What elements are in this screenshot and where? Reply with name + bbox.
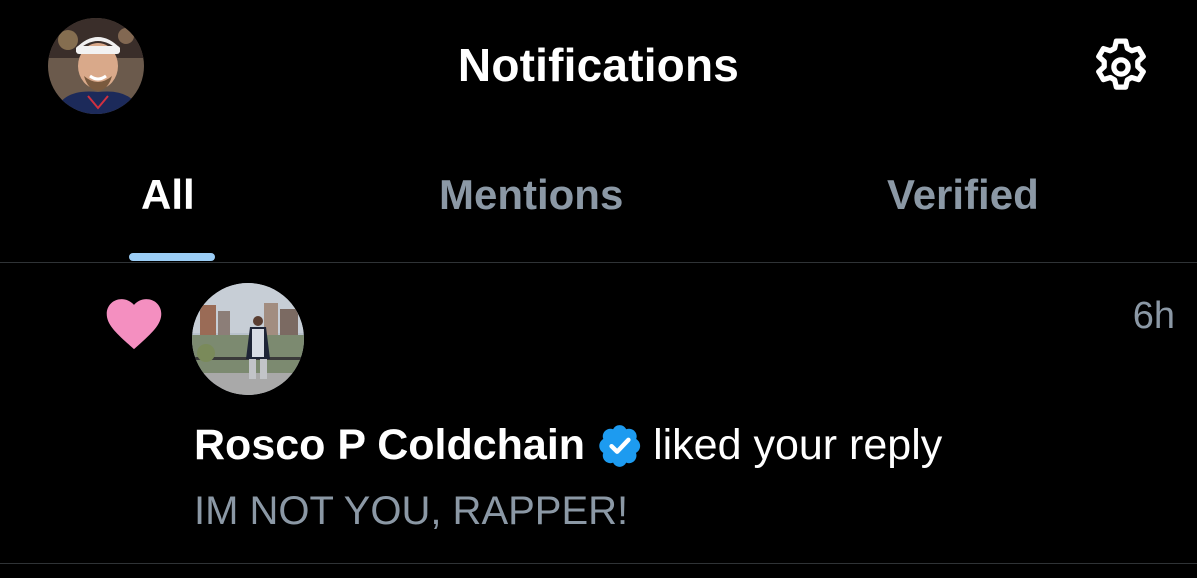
tab-all[interactable]: All [141, 168, 195, 222]
gear-icon [1096, 38, 1146, 90]
notification-text: Rosco P Coldchain liked your reply [194, 417, 942, 473]
reply-snippet: IM NOT YOU, RAPPER! [194, 489, 629, 533]
active-tab-indicator [129, 253, 215, 261]
tab-mentions[interactable]: Mentions [439, 168, 623, 222]
divider [0, 563, 1197, 564]
verified-badge-icon [599, 425, 641, 467]
page-title: Notifications [457, 39, 740, 91]
notification-tabs: All Mentions Verified [0, 150, 1197, 262]
settings-button[interactable] [1086, 32, 1156, 102]
tab-verified[interactable]: Verified [887, 168, 1039, 222]
top-bar: Notifications [0, 0, 1197, 130]
action-text: liked your reply [653, 421, 943, 469]
notifications-screen: Notifications All Mentions Verified 6h R… [0, 0, 1197, 578]
actor-name[interactable]: Rosco P Coldchain [194, 417, 585, 473]
actor-avatar[interactable] [192, 283, 304, 395]
heart-icon [106, 299, 162, 350]
timestamp: 6h [1132, 295, 1175, 337]
notification-item[interactable]: 6h Rosco P Coldchain liked your reply IM… [0, 263, 1197, 563]
